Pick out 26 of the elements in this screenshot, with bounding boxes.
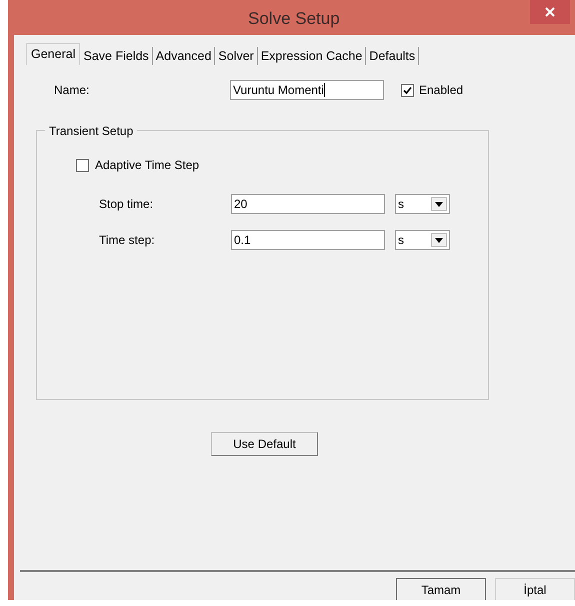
name-field[interactable]: Vuruntu Momenti	[230, 80, 384, 100]
field-label: Stop time:	[99, 196, 154, 213]
close-button[interactable]	[530, 0, 570, 24]
tab[interactable]: Expression Cache	[258, 47, 366, 65]
tab[interactable]: General	[26, 43, 80, 65]
field-label: Time step:	[99, 232, 156, 249]
use-default-button[interactable]: Use Default	[211, 432, 318, 456]
adaptive-time-step-checkbox[interactable]	[76, 158, 89, 172]
tab[interactable]: Defaults	[366, 47, 420, 65]
tab[interactable]: Save Fields	[80, 47, 153, 65]
caret-icon	[435, 238, 443, 242]
value-field[interactable]: 0.1	[231, 230, 385, 250]
enabled-label: Enabled	[419, 82, 464, 99]
close-icon	[545, 7, 555, 17]
value-field[interactable]: 20	[231, 194, 385, 214]
tab[interactable]: Advanced	[152, 47, 216, 65]
window-title: Solve Setup	[248, 8, 340, 30]
caret-icon	[435, 202, 443, 206]
unit-dropdown[interactable]: s	[395, 230, 450, 250]
adaptive-time-step-label: Adaptive Time Step	[95, 157, 200, 174]
tab[interactable]: Solver	[215, 47, 258, 65]
dialog-button[interactable]: Tamam	[396, 578, 486, 600]
unit-dropdown[interactable]: s	[395, 194, 450, 214]
enabled-checkbox[interactable]	[401, 84, 414, 96]
dialog-button[interactable]: İptal	[495, 578, 575, 600]
name-label: Name:	[54, 82, 90, 99]
